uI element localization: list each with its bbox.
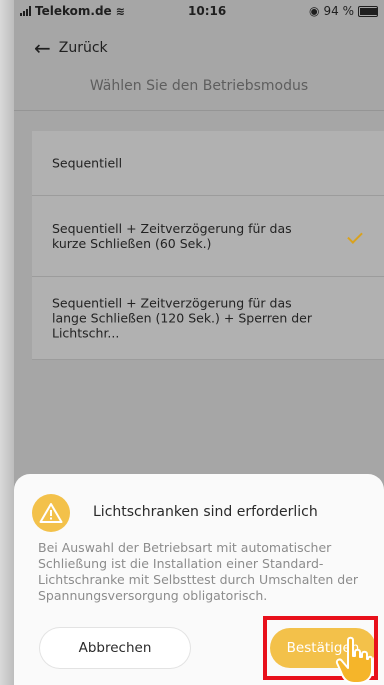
- arrow-left-icon: ←: [34, 36, 51, 60]
- option-short-delay[interactable]: Sequentiell + Zeitverzögerung für das ku…: [32, 196, 384, 277]
- back-label: Zurück: [58, 40, 108, 56]
- option-long-delay[interactable]: Sequentiell + Zeitverzögerung für das la…: [32, 277, 384, 360]
- option-sequential[interactable]: Sequentiell: [32, 131, 384, 196]
- warning-icon: [32, 494, 70, 532]
- option-label: Sequentiell + Zeitverzögerung für das la…: [52, 295, 313, 341]
- status-left: Telekom.de ≋: [20, 4, 125, 18]
- battery-icon: [358, 5, 378, 17]
- background-edge: [0, 0, 14, 685]
- app-screen: Telekom.de ≋ 10:16 ◉ 94 % ← Zurück Wähle…: [14, 0, 384, 685]
- wifi-icon: ≋: [115, 4, 125, 18]
- battery-percent: 94 %: [323, 4, 355, 18]
- status-right: ◉ 94 %: [309, 4, 378, 18]
- option-label: Sequentiell: [52, 155, 123, 171]
- carrier-name: Telekom.de: [35, 4, 112, 18]
- divider: [14, 110, 384, 111]
- cancel-button[interactable]: Abbrechen: [40, 628, 190, 668]
- checkmark-icon: [348, 232, 362, 239]
- status-bar: Telekom.de ≋ 10:16 ◉ 94 %: [14, 0, 384, 24]
- back-button[interactable]: ← Zurück: [34, 38, 108, 58]
- option-label: Sequentiell + Zeitverzögerung für das ku…: [52, 221, 292, 251]
- page-title: Wählen Sie den Betriebsmodus: [89, 78, 309, 94]
- signal-icon: [20, 6, 31, 16]
- alarm-icon: ◉: [309, 4, 320, 18]
- hand-pointer-icon: [335, 636, 373, 684]
- dialog-message: Bei Auswahl der Betriebsart mit automati…: [38, 540, 359, 603]
- clock: 10:16: [188, 4, 227, 18]
- dialog-title: Lichtschranken sind erforderlich: [93, 504, 318, 520]
